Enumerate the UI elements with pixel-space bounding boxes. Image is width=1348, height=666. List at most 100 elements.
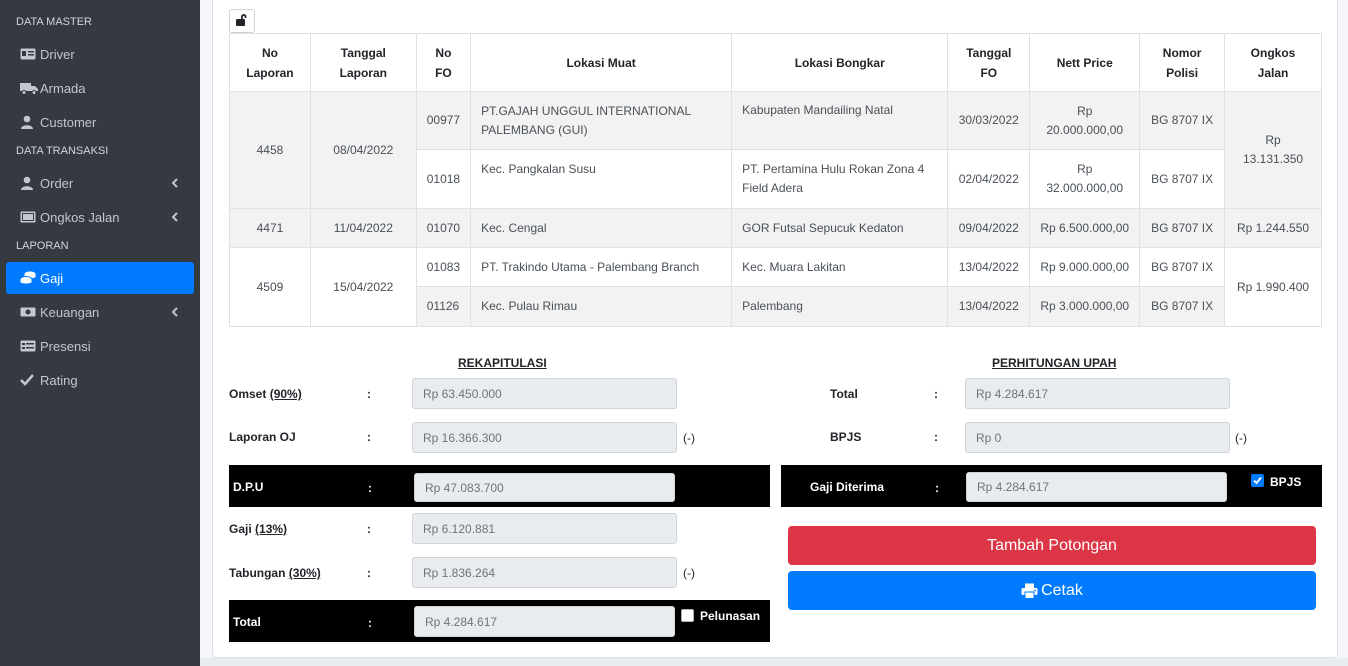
dpu-label: D.P.U [233, 480, 264, 494]
tabungan-label: Tabungan (30%) [229, 566, 321, 580]
cell-ongkos-jalan: Rp 1.244.550 [1224, 208, 1322, 248]
sidebar-item-presensi[interactable]: Presensi [6, 330, 194, 362]
table-row: 4458 08/04/2022 00977 PT.GAJAH UNGGUL IN… [229, 91, 1322, 209]
pelunasan-label: Pelunasan [700, 609, 761, 623]
col-lokasi-bongkar: Lokasi Bongkar [731, 33, 949, 92]
cell-lokasi-bongkar: GOR Futsal Sepucuk Kedaton [731, 208, 949, 248]
check-icon [20, 373, 38, 387]
bpjs-checkbox[interactable] [1251, 474, 1264, 487]
table-header-row: No Laporan Tanggal Laporan No FO Lokasi Mua… [229, 33, 1322, 92]
cell-lokasi-bongkar: Kec. Muara Lakitan [731, 247, 949, 287]
table-row: 4471 11/04/2022 01070 Kec. Cengal GOR Fu… [229, 208, 1322, 248]
cell-tanggal-fo: 13/04/2022 [947, 247, 1031, 287]
cetak-button[interactable]: Cetak [788, 571, 1316, 610]
cell-no-fo: 01083 [415, 247, 472, 287]
cell-ongkos-jalan: Rp 1.990.400 [1224, 247, 1322, 327]
sidebar-item-label: Keuangan [40, 304, 100, 320]
cell-lokasi-muat: Kec. Pulau Rimau [470, 286, 733, 327]
cell-tanggal-laporan: 11/04/2022 [309, 208, 417, 248]
cell-nomor-polisi: BG 8707 IX [1139, 286, 1226, 327]
cell-nett-price: Rp 9.000.000,00 [1029, 247, 1141, 287]
cell-nett-price: Rp 6.500.000,00 [1029, 208, 1141, 248]
sidebar-item-label: Gaji [40, 270, 64, 286]
id-badge-icon [20, 339, 38, 353]
cell-nett-price: Rp 3.000.000,00 [1029, 286, 1141, 327]
money-icon [20, 210, 38, 224]
sidebar-item-label: Ongkos Jalan [40, 209, 120, 225]
coins-icon [20, 271, 38, 285]
total-field[interactable]: Rp 4.284.617 [414, 606, 675, 637]
table-row: 4509 15/04/2022 01083 PT. Trakindo Utama… [229, 247, 1322, 327]
col-lokasi-muat: Lokasi Muat [470, 33, 733, 92]
cell-nomor-polisi: BG 8707 IX [1139, 208, 1226, 248]
tambah-potongan-button[interactable]: Tambah Potongan [788, 526, 1316, 565]
sidebar-item-keuangan[interactable]: Keuangan [6, 296, 194, 328]
cell-nett-price: Rp 32.000.000,00 [1029, 149, 1141, 209]
gaji-field[interactable]: Rp 6.120.881 [412, 513, 677, 544]
cell-no-laporan: 4458 [229, 91, 311, 209]
cell-no-fo: 01018 [415, 149, 472, 209]
rekap-title: REKAPITULASI [458, 356, 547, 370]
omset-label: Omset (90%) [229, 387, 302, 401]
sidebar: DATA MASTER Driver Armada Customer DATA … [0, 0, 200, 666]
pelunasan-checkbox[interactable] [681, 609, 694, 622]
cetak-label: Cetak [1041, 581, 1083, 599]
colon: : [367, 566, 371, 580]
sidebar-item-ongkos-jalan[interactable]: Ongkos Jalan [6, 201, 194, 233]
upah-total-field[interactable]: Rp 4.284.617 [965, 378, 1230, 409]
sidebar-item-driver[interactable]: Driver [6, 38, 194, 70]
col-no-fo: No FO [415, 33, 472, 92]
gaji-diterima-field[interactable]: Rp 4.284.617 [966, 472, 1227, 502]
cell-lokasi-muat: PT.GAJAH UNGGUL INTERNATIONAL PALEMBANG … [470, 91, 733, 150]
cell-tanggal-fo: 30/03/2022 [947, 91, 1031, 150]
colon: : [368, 481, 372, 495]
colon: : [368, 616, 372, 630]
tabungan-field[interactable]: Rp 1.836.264 [412, 557, 677, 588]
col-nett-price: Nett Price [1029, 33, 1141, 92]
cell-lokasi-muat: Kec. Pangkalan Susu [470, 149, 733, 209]
tambah-potongan-label: Tambah Potongan [987, 536, 1117, 554]
colon: : [367, 430, 371, 444]
unlock-button[interactable] [229, 9, 255, 33]
omset-field[interactable]: Rp 63.450.000 [412, 378, 677, 409]
sidebar-item-label: Rating [40, 372, 78, 388]
chevron-left-icon [168, 210, 182, 224]
sidebar-item-armada[interactable]: Armada [6, 72, 194, 104]
cell-lokasi-bongkar: Kabupaten Mandailing Natal [731, 91, 949, 150]
col-nomor-polisi: Nomor Polisi [1139, 33, 1226, 92]
sidebar-item-gaji[interactable]: Gaji [6, 262, 194, 294]
laporan-oj-field[interactable]: Rp 16.366.300 [412, 422, 677, 453]
cell-no-fo: 01070 [415, 208, 472, 248]
bpjs-label: BPJS [830, 430, 862, 444]
cell-nett-price: Rp 20.000.000,00 [1029, 91, 1141, 150]
colon: : [934, 430, 938, 444]
check-icon [1253, 473, 1262, 488]
bottom-strip [200, 658, 1348, 666]
chevron-left-icon [168, 176, 182, 190]
col-tanggal-fo: Tanggal FO [947, 33, 1031, 92]
sidebar-header-data-transaksi: DATA TRANSAKSI [16, 145, 109, 157]
sidebar-item-customer[interactable]: Customer [6, 106, 194, 138]
minus-sign: (-) [1235, 431, 1247, 445]
laporan-table: No Laporan Tanggal Laporan No FO Lokasi Mua… [229, 33, 1322, 327]
sidebar-item-label: Presensi [40, 338, 91, 354]
bpjs-field[interactable]: Rp 0 [965, 422, 1230, 453]
cell-no-laporan: 4471 [229, 208, 311, 248]
cell-ongkos-jalan: Rp 13.131.350 [1224, 91, 1322, 209]
colon: : [935, 481, 939, 495]
cell-tanggal-laporan: 08/04/2022 [309, 91, 417, 209]
gaji-diterima-label: Gaji Diterima [810, 480, 885, 494]
cell-nomor-polisi: BG 8707 IX [1139, 149, 1226, 209]
user-icon [20, 176, 38, 190]
unlock-icon [235, 13, 249, 30]
sidebar-item-rating[interactable]: Rating [6, 364, 194, 396]
print-icon [1021, 583, 1038, 599]
col-tanggal-laporan: Tanggal Laporan [309, 33, 417, 92]
sidebar-item-label: Order [40, 175, 74, 191]
dpu-field[interactable]: Rp 47.083.700 [414, 473, 675, 502]
cell-nomor-polisi: BG 8707 IX [1139, 247, 1226, 287]
upah-total-label: Total [830, 387, 858, 401]
bpjs-check-label: BPJS [1270, 475, 1302, 489]
sidebar-item-order[interactable]: Order [6, 167, 194, 199]
minus-sign: (-) [683, 566, 695, 580]
